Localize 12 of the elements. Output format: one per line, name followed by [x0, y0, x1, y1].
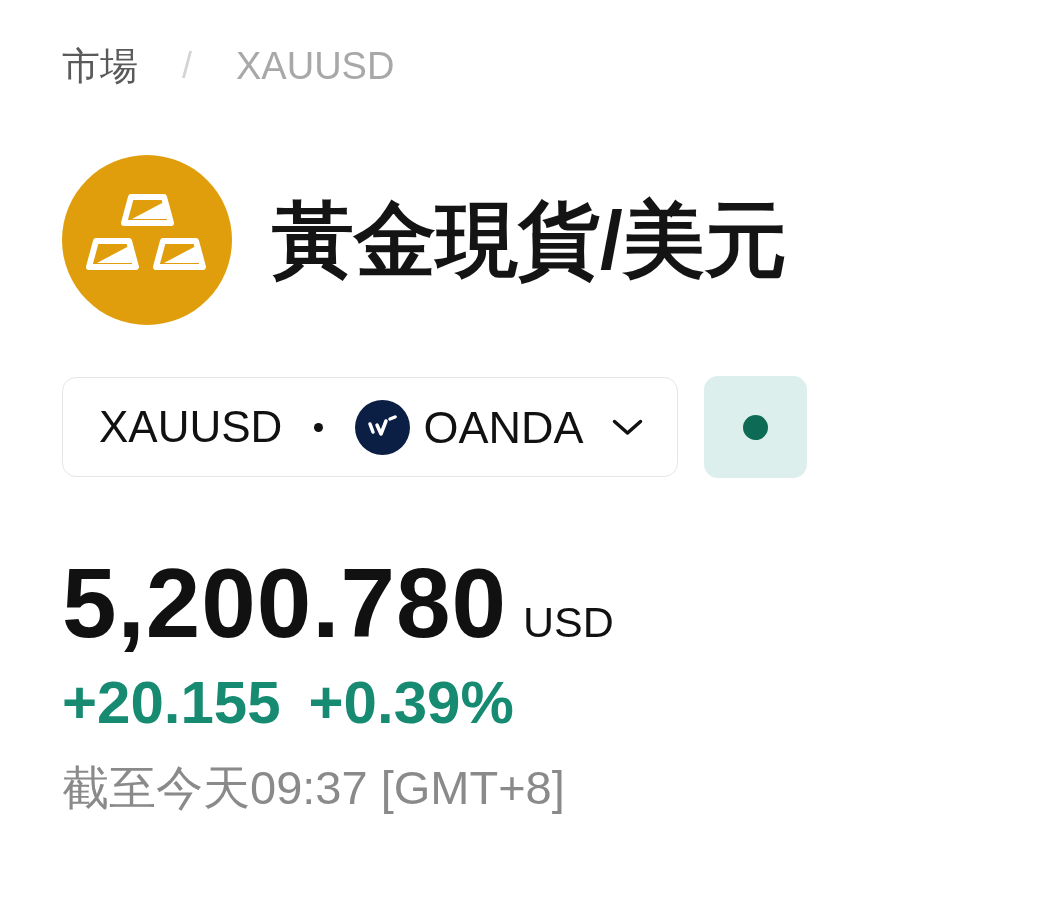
- market-status-button[interactable]: [704, 376, 807, 478]
- breadcrumb-current: XAUUSD: [236, 47, 395, 85]
- broker-logo-icon: [355, 399, 411, 455]
- symbol-broker-dropdown[interactable]: XAUUSD OANDA: [62, 377, 678, 477]
- ingot-stack-icon: [62, 155, 232, 325]
- chevron-down-icon: [612, 418, 643, 436]
- price-change: +20.155: [62, 673, 281, 733]
- breadcrumb-link[interactable]: 市場: [62, 47, 138, 85]
- price-value: 5,200.780: [62, 554, 507, 652]
- price-currency: USD: [523, 601, 614, 644]
- price-change-percent: +0.39%: [308, 673, 514, 733]
- breadcrumb-separator: /: [182, 48, 192, 84]
